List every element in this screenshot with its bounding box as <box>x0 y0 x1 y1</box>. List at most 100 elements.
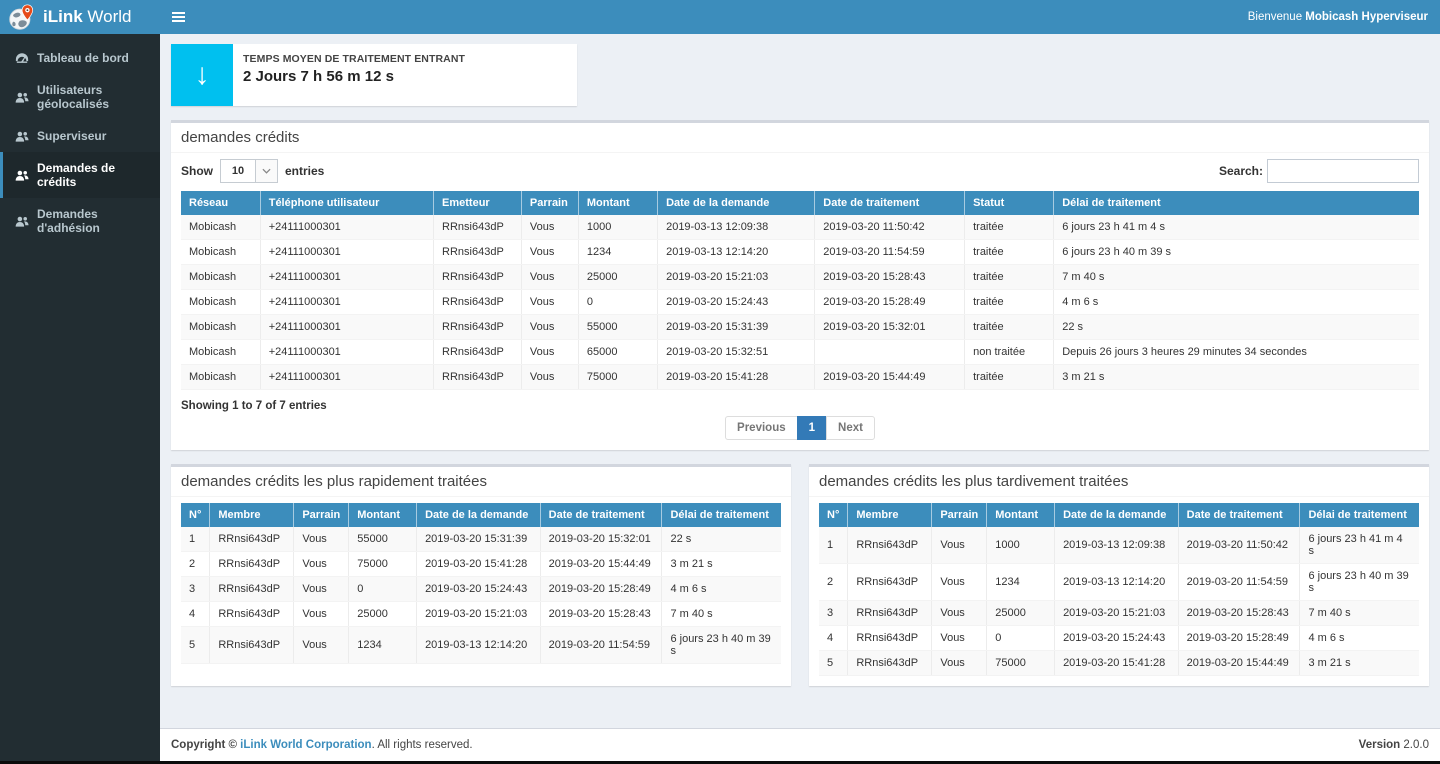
column-header[interactable]: Téléphone utilisateur <box>260 191 433 215</box>
column-header[interactable]: Date de la demande <box>658 191 815 215</box>
table-cell: 6 jours 23 h 40 m 39 s <box>662 627 781 664</box>
table-row: Mobicash+24111000301RRnsi643dPVous550002… <box>181 315 1419 340</box>
hamburger-icon[interactable] <box>160 0 196 34</box>
table-cell: 2019-03-20 15:32:01 <box>540 527 662 552</box>
column-header[interactable]: Statut <box>965 191 1054 215</box>
table-cell: 3 m 21 s <box>1054 365 1419 390</box>
panel-header: demandes crédits les plus tardivement tr… <box>809 467 1429 497</box>
column-header[interactable]: Date de la demande <box>1055 503 1179 527</box>
table-cell: 2019-03-20 15:28:43 <box>815 265 965 290</box>
table-cell: 2019-03-20 15:28:43 <box>1178 601 1300 626</box>
column-header[interactable]: Délai de traitement <box>1300 503 1419 527</box>
table-cell: 2019-03-20 15:31:39 <box>658 315 815 340</box>
page-size-select[interactable]: 10 <box>220 159 278 183</box>
sidebar-item-superviseur[interactable]: Superviseur <box>0 120 160 152</box>
table-cell: +24111000301 <box>260 265 433 290</box>
page-1-button[interactable]: 1 <box>797 416 827 440</box>
column-header[interactable]: N° <box>181 503 210 527</box>
search-label: Search: <box>1219 164 1263 178</box>
column-header[interactable]: Délai de traitement <box>1054 191 1419 215</box>
table-cell: 2 <box>181 552 210 577</box>
sidebar-item-utilisateurs-geolocalises[interactable]: Utilisateurs géolocalisés <box>0 74 160 120</box>
previous-page-button[interactable]: Previous <box>725 416 798 440</box>
column-header[interactable]: Emetteur <box>434 191 522 215</box>
column-header[interactable]: Membre <box>210 503 294 527</box>
page-size-value: 10 <box>221 160 255 182</box>
table-cell: 1000 <box>987 527 1055 564</box>
table-cell: 6 jours 23 h 40 m 39 s <box>1054 240 1419 265</box>
table-cell: Mobicash <box>181 315 260 340</box>
table-cell: 3 m 21 s <box>662 552 781 577</box>
column-header[interactable]: Date de traitement <box>540 503 662 527</box>
table-cell: 2019-03-20 15:28:49 <box>540 577 662 602</box>
next-page-button[interactable]: Next <box>826 416 875 440</box>
search-input[interactable] <box>1267 159 1419 183</box>
show-label: Show <box>181 164 213 178</box>
table-row: 1RRnsi643dPVous550002019-03-20 15:31:392… <box>181 527 781 552</box>
table-row: 3RRnsi643dPVous02019-03-20 15:24:432019-… <box>181 577 781 602</box>
table-cell: RRnsi643dP <box>434 315 522 340</box>
table-cell: Vous <box>521 340 578 365</box>
table-cell: Mobicash <box>181 240 260 265</box>
table-cell: 2019-03-20 15:24:43 <box>417 577 541 602</box>
table-cell: 75000 <box>987 651 1055 676</box>
table-cell: 2019-03-20 15:41:28 <box>1055 651 1179 676</box>
table-cell: 2019-03-13 12:14:20 <box>658 240 815 265</box>
column-header[interactable]: Réseau <box>181 191 260 215</box>
column-header[interactable]: Montant <box>987 503 1055 527</box>
table-cell: 2019-03-13 12:09:38 <box>658 215 815 240</box>
table-cell: 2019-03-20 15:28:49 <box>1178 626 1300 651</box>
table-cell: 4 m 6 s <box>1054 290 1419 315</box>
column-header[interactable]: Montant <box>578 191 657 215</box>
table-cell: Vous <box>521 215 578 240</box>
table-cell: 1234 <box>349 627 417 664</box>
table-row: 5RRnsi643dPVous12342019-03-13 12:14:2020… <box>181 627 781 664</box>
table-cell: 6 jours 23 h 40 m 39 s <box>1300 564 1419 601</box>
table-cell: 2019-03-20 15:31:39 <box>417 527 541 552</box>
table-cell: 5 <box>819 651 848 676</box>
table-row: 4RRnsi643dPVous02019-03-20 15:24:432019-… <box>819 626 1419 651</box>
column-header[interactable]: Parrain <box>932 503 987 527</box>
column-header[interactable]: N° <box>819 503 848 527</box>
table-cell: RRnsi643dP <box>848 651 932 676</box>
sidebar-item-demandes-de-credits[interactable]: Demandes de crédits <box>0 152 160 198</box>
globe-pin-logo-icon <box>8 4 35 31</box>
company-link[interactable]: iLink World Corporation <box>240 739 371 751</box>
table-row: 2RRnsi643dPVous12342019-03-13 12:14:2020… <box>819 564 1419 601</box>
avg-processing-time-infobox: ↓ TEMPS MOYEN DE TRAITEMENT ENTRANT 2 Jo… <box>171 44 577 106</box>
table-cell: 75000 <box>349 552 417 577</box>
table-cell: 6 jours 23 h 41 m 4 s <box>1054 215 1419 240</box>
table-cell: 2019-03-20 11:50:42 <box>1178 527 1300 564</box>
table-cell: 0 <box>987 626 1055 651</box>
panel-header: demandes crédits les plus rapidement tra… <box>171 467 791 497</box>
column-header[interactable]: Membre <box>848 503 932 527</box>
table-cell: RRnsi643dP <box>848 527 932 564</box>
brand[interactable]: iLink World <box>0 0 160 34</box>
table-cell: RRnsi643dP <box>434 365 522 390</box>
table-cell: 7 m 40 s <box>1054 265 1419 290</box>
table-cell: 2019-03-20 15:28:43 <box>540 602 662 627</box>
column-header[interactable]: Date de traitement <box>1178 503 1300 527</box>
table-cell: 2019-03-20 15:32:01 <box>815 315 965 340</box>
column-header[interactable]: Date de traitement <box>815 191 965 215</box>
table-cell: +24111000301 <box>260 340 433 365</box>
table-cell: 55000 <box>578 315 657 340</box>
table-cell: 2019-03-13 12:14:20 <box>417 627 541 664</box>
table-cell: traitée <box>965 315 1054 340</box>
sidebar-item-tableau-de-bord[interactable]: Tableau de bord <box>0 42 160 74</box>
column-header[interactable]: Parrain <box>521 191 578 215</box>
table-cell: traitée <box>965 240 1054 265</box>
table-row: Mobicash+24111000301RRnsi643dPVous750002… <box>181 365 1419 390</box>
table-cell: 65000 <box>578 340 657 365</box>
table-cell: Vous <box>294 577 349 602</box>
column-header[interactable]: Date de la demande <box>417 503 541 527</box>
sidebar-item-demandes-adhesion[interactable]: Demandes d'adhésion <box>0 198 160 244</box>
column-header[interactable]: Montant <box>349 503 417 527</box>
table-cell: Mobicash <box>181 215 260 240</box>
table-cell: 2019-03-20 15:28:49 <box>815 290 965 315</box>
infobox-label: TEMPS MOYEN DE TRAITEMENT ENTRANT <box>243 53 465 65</box>
column-header[interactable]: Parrain <box>294 503 349 527</box>
table-row: Mobicash+24111000301RRnsi643dPVous123420… <box>181 240 1419 265</box>
table-header: N°MembreParrainMontantDate de la demande… <box>819 503 1419 527</box>
column-header[interactable]: Délai de traitement <box>662 503 781 527</box>
